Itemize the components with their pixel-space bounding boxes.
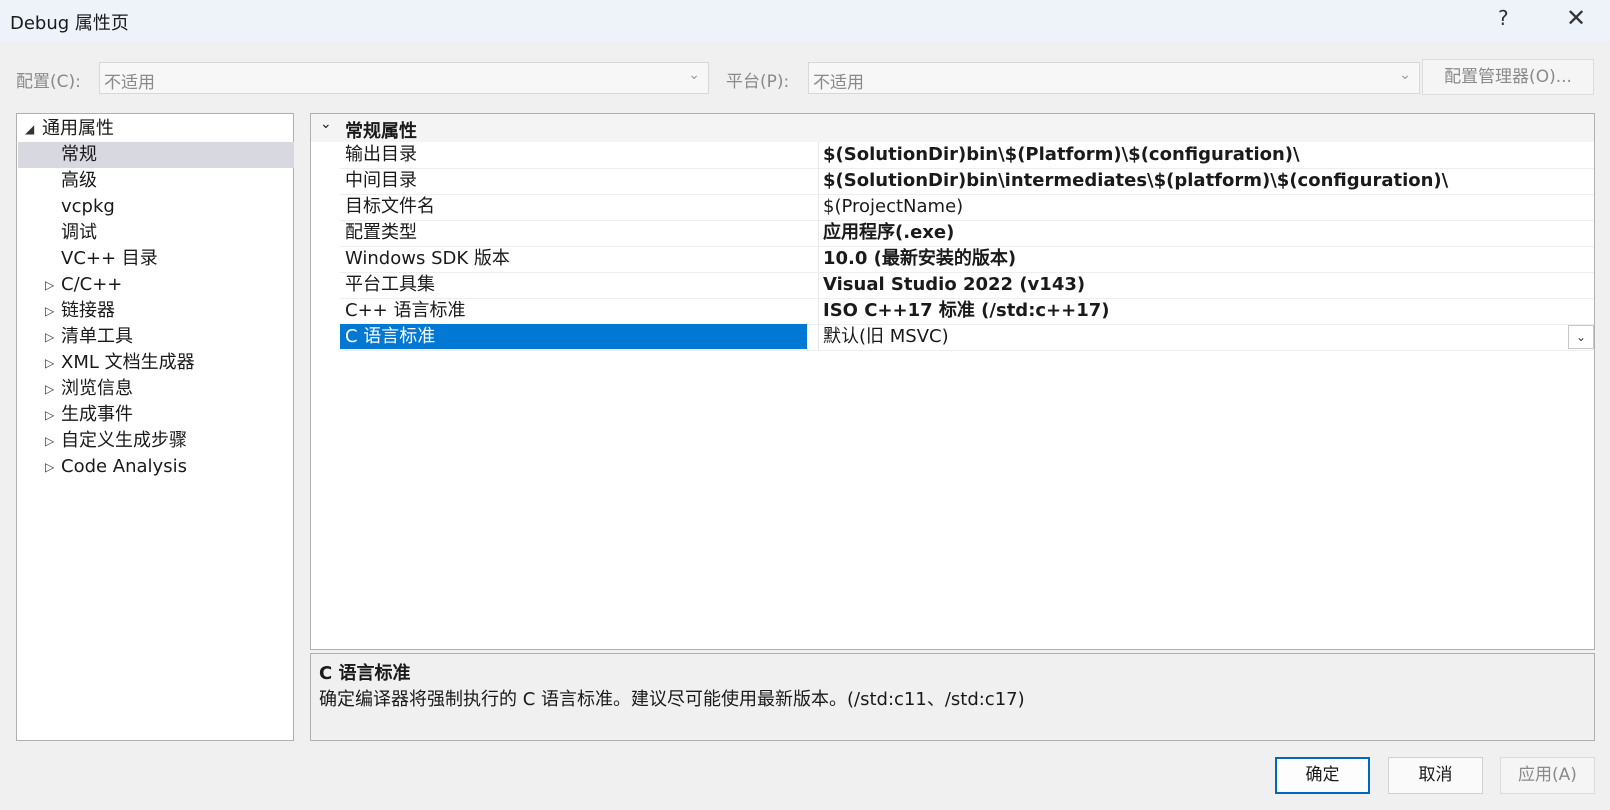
collapse-chevron-icon: ⌄ <box>320 116 332 132</box>
property-row[interactable]: 平台工具集 Visual Studio 2022 (v143) <box>340 272 1594 299</box>
property-value[interactable]: $(SolutionDir)bin\intermediates\$(platfo… <box>823 168 1448 194</box>
property-row[interactable]: C++ 语言标准 ISO C++17 标准 (/std:c++17) <box>340 298 1594 325</box>
tree-item[interactable]: ▷ 自定义生成步骤 <box>18 428 294 454</box>
dropdown-chevron-icon[interactable]: ⌄ <box>1568 325 1594 349</box>
tree-item-label: 调试 <box>61 222 97 243</box>
chevron-down-icon: ⌄ <box>1399 67 1411 83</box>
cancel-button[interactable]: 取消 <box>1388 757 1483 794</box>
tree-item-label: 常规 <box>61 144 97 165</box>
expand-triangle-icon[interactable]: ▷ <box>45 350 54 376</box>
expand-triangle-icon[interactable]: ▷ <box>45 324 54 350</box>
property-name: Windows SDK 版本 <box>345 248 510 269</box>
tree-item-label: 清单工具 <box>61 326 133 347</box>
platform-combo[interactable]: 不适用 ⌄ <box>808 62 1420 94</box>
tree-item-label: 高级 <box>61 170 97 191</box>
chevron-down-icon: ⌄ <box>688 67 700 83</box>
ok-button[interactable]: 确定 <box>1275 757 1370 794</box>
tree-root-label: 通用属性 <box>42 118 114 139</box>
property-row[interactable]: C 语言标准 默认(旧 MSVC) ⌄ <box>340 324 1594 351</box>
column-divider <box>818 194 819 220</box>
property-name: C 语言标准 <box>340 324 807 349</box>
property-row[interactable]: 配置类型 应用程序(.exe) <box>340 220 1594 247</box>
category-tree: ◢ 通用属性 常规高级 vcpkg 调试 VC++ 目录 ▷ C/C++ ▷ 链接器 ▷ 清单工具… <box>16 113 294 741</box>
config-label: 配置(C): <box>16 72 81 92</box>
tree-item[interactable]: ▷ Code Analysis <box>18 454 294 480</box>
property-value[interactable]: $(SolutionDir)bin\$(Platform)\$(configur… <box>823 142 1300 168</box>
property-value[interactable]: 默认(旧 MSVC) <box>823 324 949 350</box>
expand-triangle-icon[interactable]: ▷ <box>45 402 54 428</box>
column-divider <box>818 220 819 246</box>
expanded-triangle-icon: ◢ <box>25 122 35 136</box>
tree-item[interactable]: ▷ 链接器 <box>18 298 294 324</box>
column-divider <box>818 142 819 168</box>
column-divider <box>818 298 819 324</box>
window-title: Debug 属性页 <box>10 13 129 34</box>
property-name: 配置类型 <box>345 222 417 243</box>
tree-item[interactable]: ▷ 清单工具 <box>18 324 294 350</box>
expand-triangle-icon[interactable]: ▷ <box>45 376 54 402</box>
column-divider <box>818 272 819 298</box>
tree-item[interactable]: ▷ XML 文档生成器 <box>18 350 294 376</box>
property-value[interactable]: 应用程序(.exe) <box>823 220 954 246</box>
title-bar <box>0 0 1610 42</box>
property-row[interactable]: 输出目录 $(SolutionDir)bin\$(Platform)\$(conf… <box>340 142 1594 169</box>
apply-button[interactable]: 应用(A) <box>1500 757 1595 794</box>
expand-triangle-icon[interactable]: ▷ <box>45 272 54 298</box>
tree-item-label: Code Analysis <box>61 456 187 477</box>
property-row[interactable]: Windows SDK 版本 10.0 (最新安装的版本) <box>340 246 1594 273</box>
tree-item[interactable]: 高级 <box>18 168 294 194</box>
tree-item[interactable]: 调试 <box>18 220 294 246</box>
config-combo[interactable]: 不适用 ⌄ <box>99 62 709 94</box>
tree-item-label: 自定义生成步骤 <box>61 430 187 451</box>
platform-value: 不适用 <box>813 73 864 93</box>
tree-item[interactable]: ▷ 生成事件 <box>18 402 294 428</box>
tree-item-label: vcpkg <box>61 196 115 217</box>
column-divider <box>818 168 819 194</box>
tree-item-label: XML 文档生成器 <box>61 352 195 373</box>
description-title: C 语言标准 <box>319 663 411 684</box>
description-pane: C 语言标准 确定编译器将强制执行的 C 语言标准。建议尽可能使用最新版本。(/… <box>310 653 1595 741</box>
column-divider <box>818 246 819 272</box>
description-text: 确定编译器将强制执行的 C 语言标准。建议尽可能使用最新版本。(/std:c11… <box>319 689 1025 710</box>
tree-item-label: 链接器 <box>61 300 115 321</box>
tree-item[interactable]: ▷ 浏览信息 <box>18 376 294 402</box>
tree-item[interactable]: ▷ C/C++ <box>18 272 294 298</box>
config-manager-button[interactable]: 配置管理器(O)... <box>1422 59 1594 95</box>
expand-triangle-icon[interactable]: ▷ <box>45 454 54 480</box>
property-value[interactable]: 10.0 (最新安装的版本) <box>823 246 1016 272</box>
config-value: 不适用 <box>104 73 155 93</box>
tree-item-label: 生成事件 <box>61 404 133 425</box>
column-divider <box>818 324 819 350</box>
tree-item-label: C/C++ <box>61 274 123 295</box>
platform-label: 平台(P): <box>726 72 790 92</box>
property-value[interactable]: $(ProjectName) <box>823 194 963 220</box>
help-button[interactable]: ? <box>1498 6 1509 30</box>
property-grid: ⌄ 常规属性 输出目录 $(SolutionDir)bin\$(Platform)… <box>310 113 1595 650</box>
property-value[interactable]: Visual Studio 2022 (v143) <box>823 272 1085 298</box>
category-header[interactable]: ⌄ 常规属性 <box>311 114 1594 142</box>
tree-root[interactable]: ◢ 通用属性 <box>18 116 294 142</box>
tree-item-label: 浏览信息 <box>61 378 133 399</box>
tree-item[interactable]: vcpkg <box>18 194 294 220</box>
category-title: 常规属性 <box>345 121 417 142</box>
tree-item[interactable]: 常规 <box>18 142 294 168</box>
property-row[interactable]: 中间目录 $(SolutionDir)bin\intermediates\$(pl… <box>340 168 1594 195</box>
property-name: 目标文件名 <box>345 196 435 217</box>
property-name: 平台工具集 <box>345 274 435 295</box>
close-button[interactable]: ✕ <box>1566 4 1586 32</box>
property-name: 输出目录 <box>345 144 417 165</box>
property-value[interactable]: ISO C++17 标准 (/std:c++17) <box>823 298 1110 324</box>
tree-item[interactable]: VC++ 目录 <box>18 246 294 272</box>
property-name: C++ 语言标准 <box>345 300 466 321</box>
expand-triangle-icon[interactable]: ▷ <box>45 428 54 454</box>
expand-triangle-icon[interactable]: ▷ <box>45 298 54 324</box>
property-row[interactable]: 目标文件名 $(ProjectName) <box>340 194 1594 221</box>
tree-item-label: VC++ 目录 <box>61 248 158 269</box>
property-name: 中间目录 <box>345 170 417 191</box>
